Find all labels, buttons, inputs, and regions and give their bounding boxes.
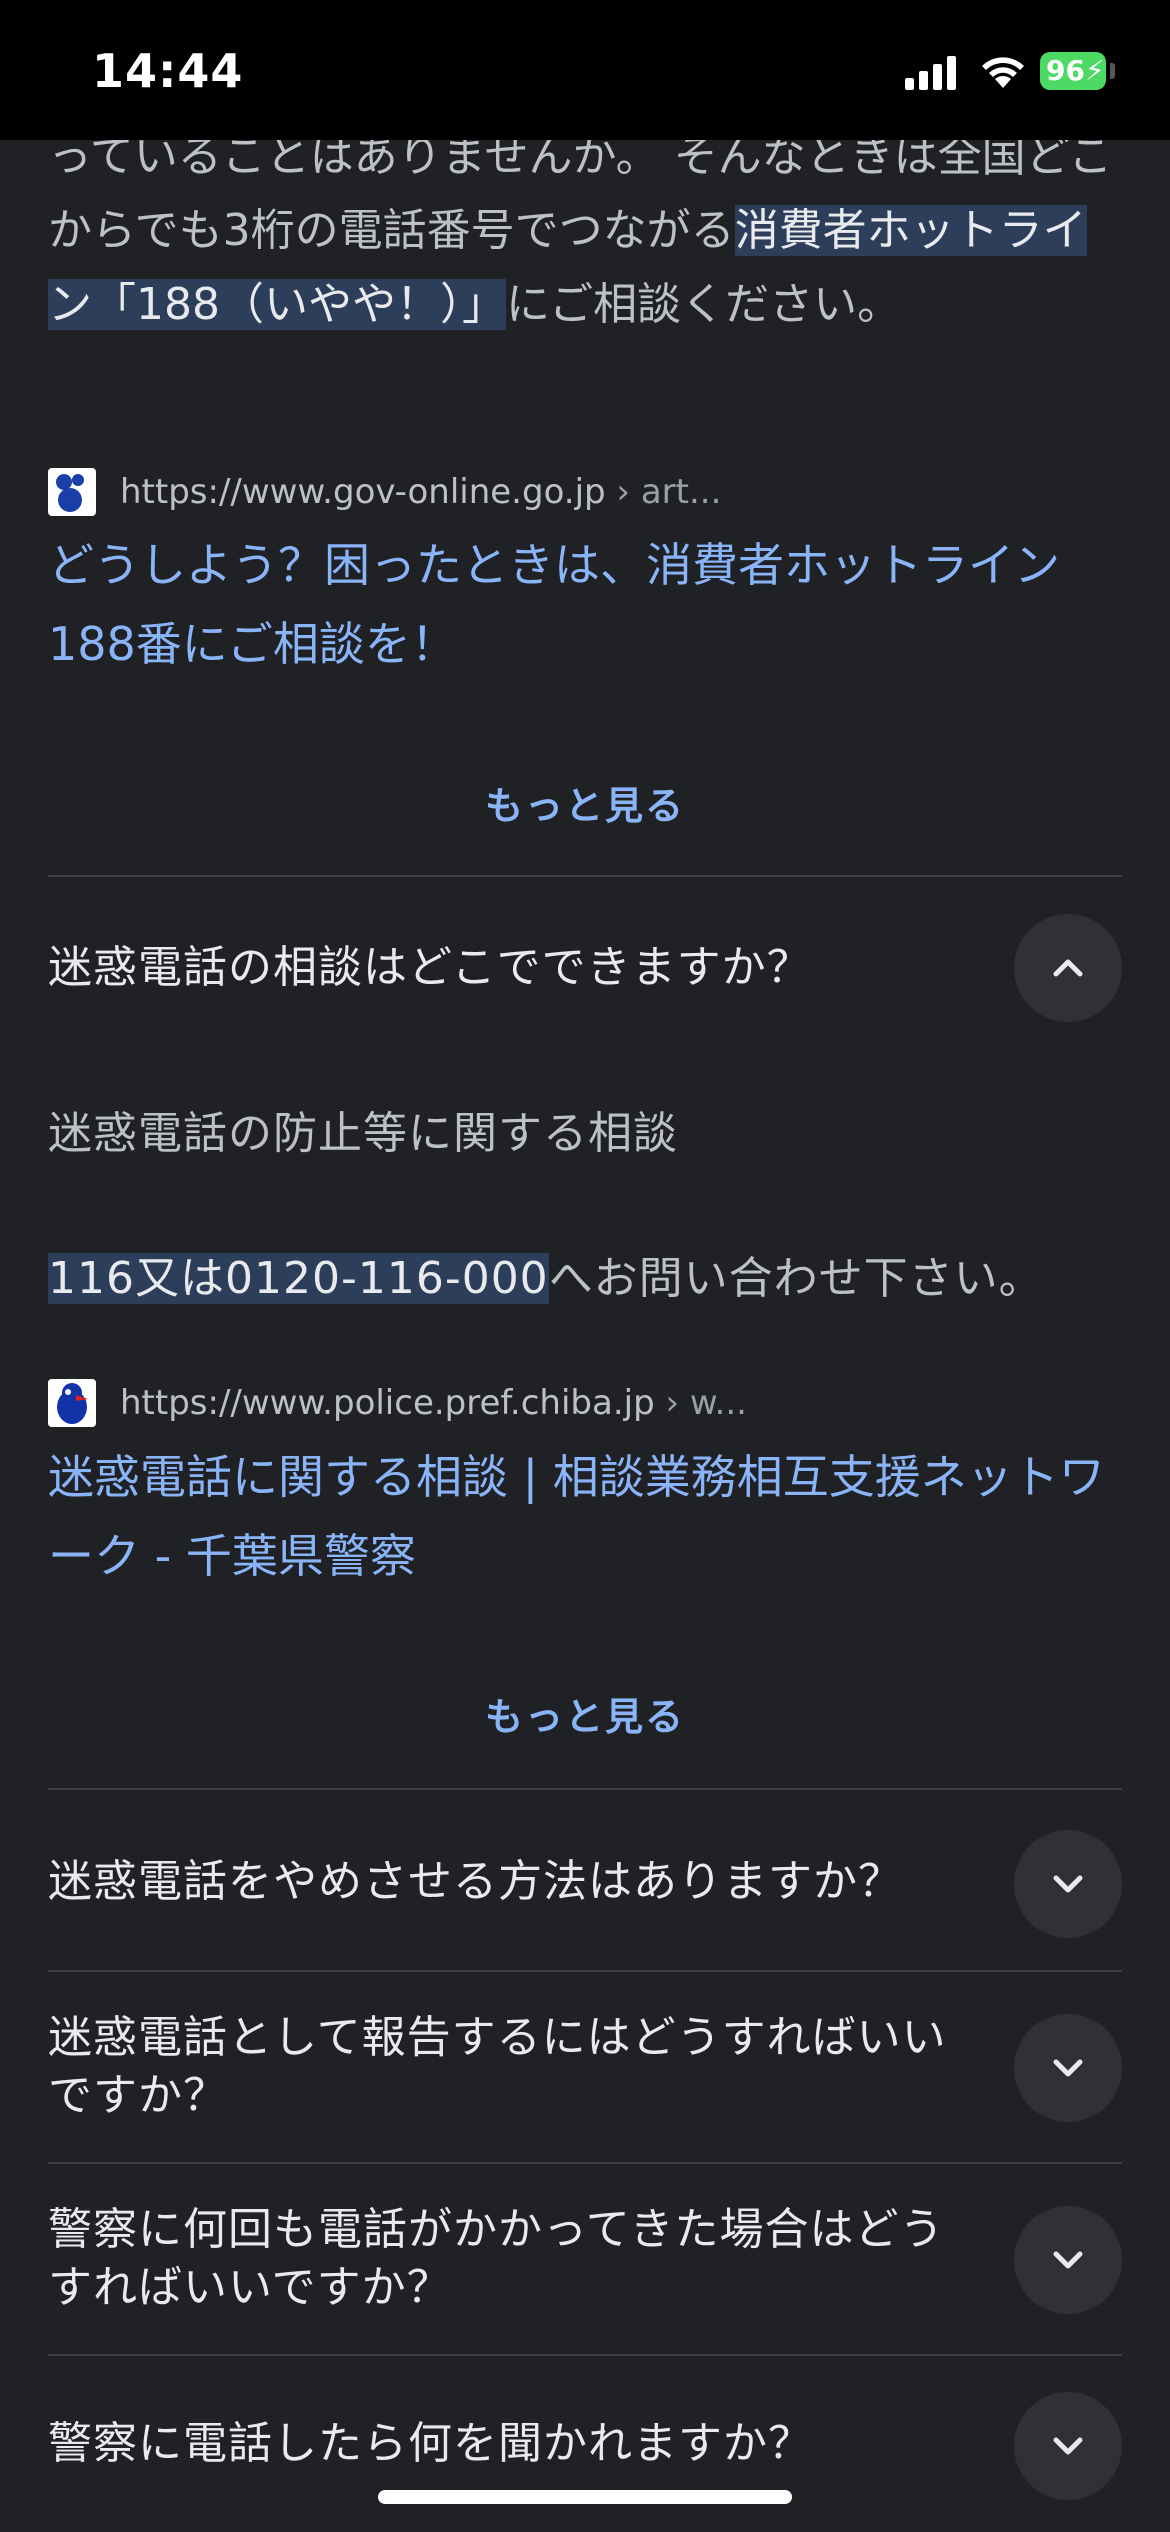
chevron-down-icon — [1053, 1875, 1083, 1893]
source-row-chiba-police[interactable]: https://www.police.pref.chiba.jp › w... — [48, 1378, 747, 1428]
battery-level: 96 — [1046, 54, 1085, 87]
faq-item[interactable]: 警察に電話したら何を聞かれますか？ — [48, 2392, 1122, 2500]
divider — [48, 2354, 1122, 2356]
wifi-icon — [982, 57, 1024, 88]
chiba-police-favicon-icon — [48, 1379, 96, 1427]
divider — [48, 1970, 1122, 1972]
cellular-signal-icon — [905, 56, 956, 90]
faq-item-expanded[interactable]: 迷惑電話の相談はどこでできますか？ — [48, 914, 1122, 1022]
faq-item[interactable]: 迷惑電話をやめさせる方法はありますか？ — [48, 1830, 1122, 1938]
answer-highlight: 116又は0120-116-000 — [48, 1253, 549, 1304]
faq-question: 迷惑電話の相談はどこでできますか？ — [48, 942, 812, 993]
chevron-down-icon — [1053, 2437, 1083, 2455]
battery-icon: 96⚡ — [1040, 52, 1106, 90]
faq-question: 迷惑電話として報告するにはどうすればいいですか？ — [48, 2012, 947, 2121]
faq-question: 迷惑電話をやめさせる方法はありますか？ — [48, 1856, 903, 1907]
expand-button[interactable] — [1014, 1830, 1122, 1938]
chevron-down-icon — [1053, 2251, 1083, 2269]
home-indicator[interactable] — [378, 2490, 792, 2504]
faq-question: 警察に電話したら何を聞かれますか？ — [48, 2418, 813, 2469]
status-bar: 14:44 96⚡ — [0, 0, 1170, 140]
answer-text-post: へお問い合わせ下さい。 — [548, 1253, 1044, 1304]
divider — [48, 875, 1122, 877]
result-title-link[interactable]: どうしよう？困ったときは、消費者ホットライン188番にご相談を！ — [48, 526, 1128, 684]
faq-answer-line2: 116又は0120-116-000へお問い合わせ下さい。 — [48, 1249, 1044, 1309]
faq-item[interactable]: 警察に何回も電話がかかってきた場合はどうすればいいですか？ — [48, 2204, 1122, 2314]
gov-online-favicon-icon — [48, 468, 96, 516]
faq-question: 警察に何回も電話がかかってきた場合はどうすればいいですか？ — [48, 2204, 945, 2313]
battery-tip — [1110, 63, 1115, 79]
featured-snippet-text: っていることはありませんか。 そんなときは全国どこからでも3桁の電話番号でつなが… — [48, 120, 1128, 342]
more-button[interactable]: もっと見る — [0, 1686, 1170, 1741]
divider — [48, 1788, 1122, 1790]
source-url: https://www.gov-online.go.jp › art... — [120, 472, 722, 512]
status-time: 14:44 — [92, 44, 244, 98]
expand-button[interactable] — [1014, 2206, 1122, 2314]
faq-answer-line1: 迷惑電話の防止等に関する相談 — [48, 1108, 678, 1159]
chevron-up-icon — [1053, 959, 1083, 977]
divider — [48, 2162, 1122, 2164]
source-url: https://www.police.pref.chiba.jp › w... — [120, 1383, 747, 1423]
snippet-text-post: にご相談ください。 — [505, 279, 902, 330]
expand-button[interactable] — [1014, 2014, 1122, 2122]
expand-button[interactable] — [1014, 2392, 1122, 2500]
chevron-down-icon — [1053, 2059, 1083, 2077]
faq-item[interactable]: 迷惑電話として報告するにはどうすればいいですか？ — [48, 2012, 1122, 2122]
source-row-gov-online[interactable]: https://www.gov-online.go.jp › art... — [48, 467, 721, 517]
more-button[interactable]: もっと見る — [0, 775, 1170, 830]
collapse-button[interactable] — [1014, 914, 1122, 1022]
result-title-link[interactable]: 迷惑電話に関する相談 | 相談業務相互支援ネットワーク - 千葉県警察 — [48, 1438, 1128, 1596]
